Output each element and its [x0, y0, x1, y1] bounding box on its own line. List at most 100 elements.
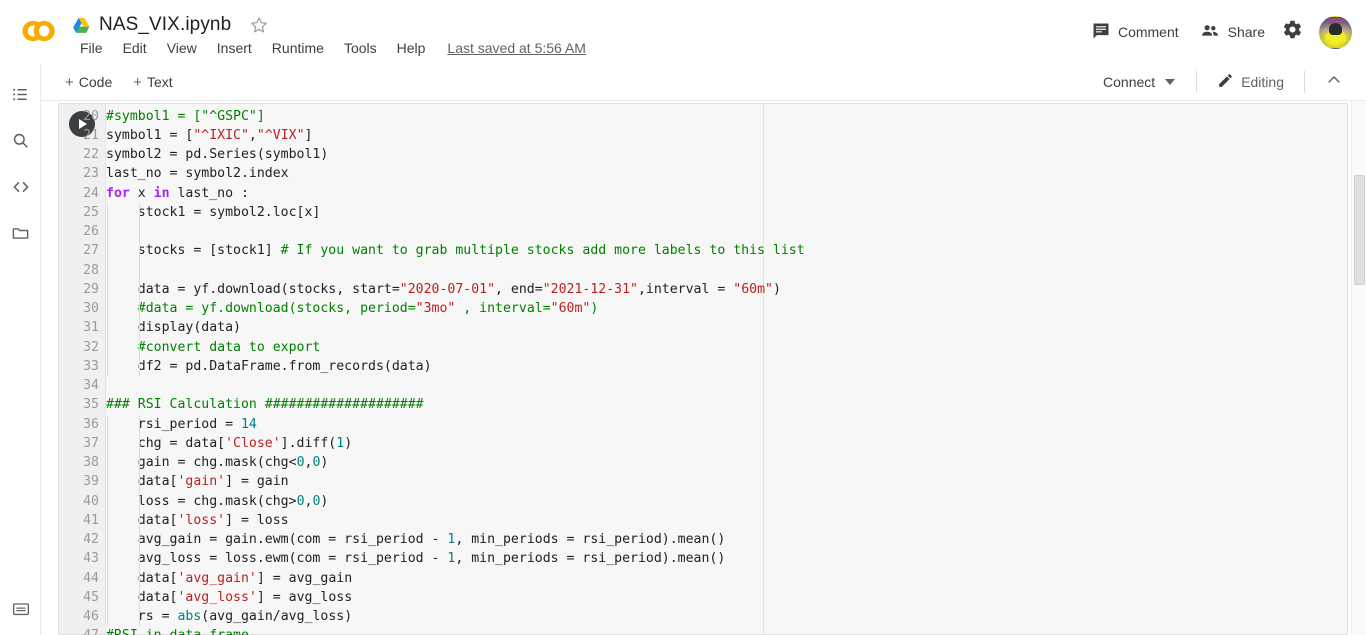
indent-guide — [138, 299, 140, 319]
code-line[interactable]: chg = data['Close'].diff(1) — [106, 434, 352, 453]
line-number: 42 — [83, 532, 99, 547]
line-number: 37 — [83, 435, 99, 451]
comment-icon — [1091, 21, 1111, 44]
last-saved-label[interactable]: Last saved at 5:56 AM — [447, 40, 586, 56]
indent-guide — [138, 491, 140, 511]
code-cell[interactable]: 20 #symbol1 = ["^GSPC"] 21 symbol1 = ["^IXI… — [58, 103, 1348, 635]
sidebar-item-search[interactable] — [7, 127, 34, 154]
notebook-title[interactable]: NAS_VIX.ipynb — [99, 14, 231, 36]
indent-guide — [107, 414, 108, 434]
indent-guide — [107, 260, 108, 280]
sidebar-item-files[interactable] — [7, 219, 34, 246]
menu-item-runtime[interactable]: Runtime — [262, 38, 334, 58]
code-line[interactable]: last_no = symbol2.index — [106, 164, 289, 183]
menu-item-edit[interactable]: Edit — [113, 38, 157, 58]
indent-guide — [138, 453, 140, 473]
code-line[interactable]: #data = yf.download(stocks, period="3mo"… — [106, 299, 599, 318]
connect-label: Connect — [1103, 74, 1156, 90]
line-number: 29 — [83, 281, 99, 297]
code-line[interactable]: data['loss'] = loss — [106, 511, 289, 530]
vertical-scrollbar[interactable] — [1351, 101, 1366, 635]
code-line[interactable]: df2 = pd.DataFrame.from_records(data) — [106, 357, 432, 376]
code-line[interactable]: symbol1 = ["^IXIC","^VIX"] — [106, 126, 312, 145]
add-text-cell-button[interactable]: + Text — [124, 69, 181, 95]
app-header: NAS_VIX.ipynb File Edit View Insert Runt… — [0, 0, 1366, 63]
menu-item-insert[interactable]: Insert — [207, 38, 262, 58]
add-code-cell-button[interactable]: + Code — [56, 69, 121, 95]
people-icon — [1199, 21, 1221, 44]
header-actions: Comment Share — [1081, 12, 1352, 52]
indent-guide — [138, 568, 140, 588]
menu-item-file[interactable]: File — [70, 38, 113, 58]
notebook-title-row: NAS_VIX.ipynb — [72, 10, 269, 40]
menu-item-tools[interactable]: Tools — [334, 38, 387, 58]
sidebar-item-code-snippets[interactable] — [7, 173, 34, 200]
indent-guide — [138, 549, 140, 569]
menu-item-help[interactable]: Help — [387, 38, 436, 58]
indent-guide — [138, 587, 140, 607]
line-number: 35 — [83, 397, 99, 413]
indent-guide — [107, 510, 108, 530]
chevron-down-icon — [1165, 79, 1176, 85]
collapse-toolbar-button[interactable] — [1316, 65, 1352, 100]
indent-guide — [107, 453, 108, 473]
comment-button[interactable]: Comment — [1081, 15, 1189, 50]
pencil-icon — [1217, 72, 1234, 92]
colab-logo[interactable] — [15, 15, 57, 47]
code-line[interactable]: ### RSI Calculation #################### — [106, 395, 424, 414]
code-editor[interactable]: 20 #symbol1 = ["^GSPC"] 21 symbol1 = ["^IXI… — [83, 104, 1347, 635]
line-number: 26 — [83, 224, 99, 239]
line-number: 39 — [83, 474, 99, 490]
indent-guide — [107, 279, 108, 299]
indent-guide — [138, 530, 140, 550]
chevron-up-icon — [1325, 71, 1343, 94]
drive-icon — [72, 17, 91, 34]
sidebar-item-table-of-contents[interactable] — [7, 81, 34, 108]
share-button[interactable]: Share — [1189, 15, 1275, 50]
plus-icon: + — [65, 73, 74, 91]
editing-button[interactable]: Editing — [1208, 66, 1293, 98]
code-line[interactable]: avg_loss = loss.ewm(com = rsi_period - 1… — [106, 549, 726, 568]
indent-guide — [107, 433, 108, 453]
add-text-label: Text — [147, 74, 173, 90]
indent-guide — [138, 414, 140, 434]
line-number: 30 — [83, 301, 99, 316]
code-line[interactable]: symbol2 = pd.Series(symbol1) — [106, 145, 328, 164]
avatar[interactable] — [1319, 15, 1352, 49]
code-line[interactable]: avg_gain = gain.ewm(com = rsi_period - 1… — [106, 530, 726, 549]
indent-guide — [107, 587, 108, 607]
indent-guide — [138, 260, 140, 280]
indent-guide — [107, 241, 108, 261]
menu-item-view[interactable]: View — [157, 38, 207, 58]
scrollbar-thumb[interactable] — [1354, 175, 1365, 285]
gear-icon — [1282, 19, 1303, 45]
indent-guide — [107, 472, 108, 492]
code-line[interactable]: display(data) — [106, 318, 241, 337]
notebook-scroll-area: 20 #symbol1 = ["^GSPC"] 21 symbol1 = ["^IXI… — [41, 101, 1366, 635]
indent-guide — [138, 241, 140, 261]
editing-label: Editing — [1241, 74, 1284, 90]
code-line[interactable]: rsi_period = 14 — [106, 415, 257, 434]
indent-guide — [138, 222, 140, 242]
share-label: Share — [1227, 24, 1265, 40]
indent-guide — [138, 356, 140, 376]
code-line[interactable]: data = yf.download(stocks, start="2020-0… — [106, 280, 781, 299]
code-line[interactable]: data['avg_loss'] = avg_loss — [106, 588, 352, 607]
star-icon[interactable] — [239, 15, 269, 35]
code-line[interactable]: data['gain'] = gain — [106, 472, 289, 491]
menu-bar: File Edit View Insert Runtime Tools Help… — [70, 38, 586, 58]
code-line[interactable]: #symbol1 = ["^GSPC"] — [106, 107, 265, 126]
terminal-button[interactable] — [7, 595, 34, 622]
code-line[interactable]: rs = abs(avg_gain/avg_loss) — [106, 607, 352, 626]
line-number: 46 — [83, 609, 99, 624]
indent-guide — [107, 607, 108, 627]
connect-button[interactable]: Connect — [1093, 68, 1185, 96]
code-line[interactable]: stocks = [stock1] # If you want to grab … — [106, 241, 805, 260]
settings-button[interactable] — [1275, 12, 1310, 52]
code-line[interactable]: data['avg_gain'] = avg_gain — [106, 569, 352, 588]
indent-guide — [107, 337, 108, 357]
line-number: 44 — [83, 570, 99, 586]
code-line[interactable]: #RSI in data frame — [106, 626, 249, 635]
code-line[interactable]: for x in last_no : — [106, 184, 249, 203]
line-number: 23 — [83, 166, 99, 182]
